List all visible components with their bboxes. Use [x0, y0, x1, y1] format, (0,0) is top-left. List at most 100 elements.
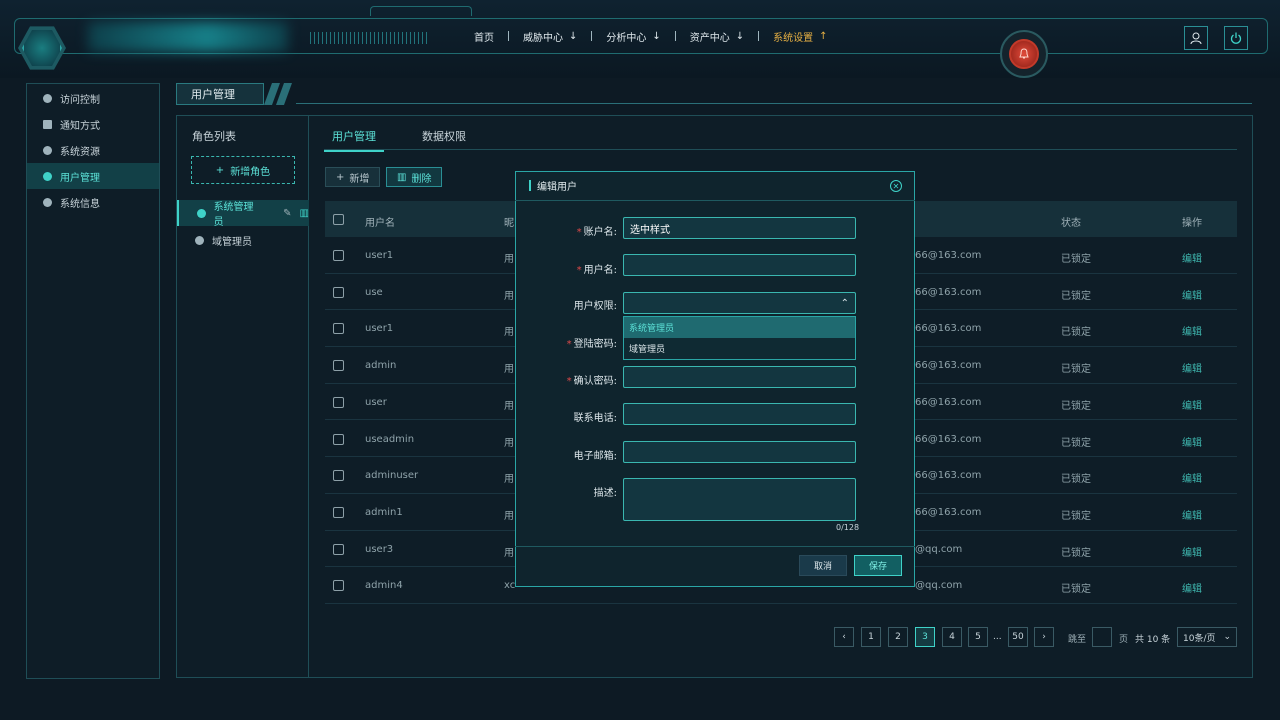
- nav-threat-center[interactable]: 威胁中心 ↓: [509, 29, 591, 44]
- sidebar-item-system-info[interactable]: 系统信息: [27, 189, 159, 215]
- row-checkbox[interactable]: [333, 396, 344, 408]
- edit-link[interactable]: 编辑: [1182, 360, 1202, 375]
- column-username: 用户名: [365, 218, 395, 229]
- user-icon: [1190, 32, 1202, 45]
- user-icon: [195, 235, 204, 245]
- save-button[interactable]: 保存: [854, 555, 902, 576]
- cell-email: 66@163.com: [915, 433, 982, 445]
- row-checkbox[interactable]: [333, 250, 344, 261]
- page-button[interactable]: 4: [942, 627, 962, 647]
- select-all-checkbox[interactable]: [333, 214, 344, 225]
- cell-status: 已锁定: [1061, 327, 1091, 339]
- page-size-select[interactable]: 10条/页 ⌄: [1177, 627, 1237, 647]
- label-description: 描述:: [593, 488, 617, 499]
- permission-dropdown: 系统管理员 域管理员: [623, 316, 856, 360]
- modal-footer-divider: [515, 546, 915, 547]
- waveform-decoration: [310, 32, 430, 44]
- edit-link[interactable]: 编辑: [1182, 544, 1202, 559]
- add-role-button[interactable]: + 新增角色: [191, 156, 295, 184]
- cell-username: admin4: [365, 580, 403, 592]
- cell-email: 66@163.com: [915, 250, 982, 261]
- edit-link[interactable]: 编辑: [1182, 470, 1202, 485]
- sidebar-item-system-resource[interactable]: 系统资源: [27, 137, 159, 163]
- edit-link[interactable]: 编辑: [1182, 580, 1202, 595]
- edit-icon[interactable]: ✎: [283, 208, 291, 219]
- page-button[interactable]: 2: [888, 627, 908, 647]
- phone-input[interactable]: [623, 403, 856, 425]
- cell-status: 已锁定: [1061, 474, 1091, 486]
- trash-icon[interactable]: ▥: [300, 208, 309, 219]
- next-page-button[interactable]: ›: [1034, 627, 1054, 647]
- cell-email: 66@163.com: [915, 470, 982, 482]
- cell-email: 66@163.com: [915, 506, 982, 518]
- alarm-bell-button[interactable]: [1009, 39, 1039, 69]
- jump-page-input[interactable]: [1092, 627, 1112, 647]
- row-checkbox[interactable]: [333, 543, 344, 555]
- power-button[interactable]: [1224, 26, 1248, 50]
- delete-button[interactable]: ▥ 删除: [386, 167, 443, 187]
- row-checkbox[interactable]: [333, 470, 344, 482]
- sidebar-item-notification[interactable]: 通知方式: [27, 111, 159, 137]
- cell-email: @qq.com: [915, 543, 963, 555]
- row-checkbox[interactable]: [333, 580, 344, 592]
- chevron-down-icon: ↓: [652, 30, 661, 42]
- label-password: * 登陆密码:: [566, 339, 617, 350]
- jump-label: 跳至: [1068, 635, 1087, 645]
- edit-link[interactable]: 编辑: [1182, 323, 1202, 338]
- dropdown-option[interactable]: 系统管理员: [624, 317, 855, 338]
- label-permission: 用户权限:: [573, 301, 617, 312]
- row-checkbox[interactable]: [333, 360, 344, 372]
- role-item-domain-admin[interactable]: 域管理员: [177, 227, 309, 253]
- page-button-current[interactable]: 3: [915, 627, 935, 647]
- row-checkbox[interactable]: [333, 323, 344, 335]
- row-checkbox[interactable]: [333, 433, 344, 445]
- edit-link[interactable]: 编辑: [1182, 397, 1202, 412]
- username-input[interactable]: [623, 254, 856, 276]
- user-profile-button[interactable]: [1184, 26, 1208, 50]
- role-item-system-admin[interactable]: 系统管理员 ✎ ▥: [177, 200, 309, 228]
- edit-link[interactable]: 编辑: [1182, 434, 1202, 449]
- sidebar-item-access-control[interactable]: 访问控制: [27, 85, 159, 111]
- cell-status: 已锁定: [1061, 584, 1091, 596]
- nav-system-settings[interactable]: 系统设置 ↑: [759, 29, 841, 44]
- close-icon[interactable]: ✕: [890, 180, 902, 192]
- cancel-button[interactable]: 取消: [799, 555, 847, 576]
- nav-asset-center[interactable]: 资产中心 ↓: [676, 29, 758, 44]
- confirm-password-input[interactable]: [623, 366, 856, 388]
- email-input[interactable]: [623, 441, 856, 463]
- edit-link[interactable]: 编辑: [1182, 250, 1202, 265]
- plus-icon: +: [336, 171, 345, 183]
- page-button[interactable]: 5: [968, 627, 988, 647]
- description-textarea[interactable]: [623, 478, 856, 521]
- nav-analysis-center[interactable]: 分析中心 ↓: [592, 29, 674, 44]
- page-divider: [296, 103, 1252, 104]
- page-button[interactable]: 50: [1008, 627, 1028, 647]
- prev-page-button[interactable]: ‹: [834, 627, 854, 647]
- cell-nickname: 用: [504, 290, 514, 302]
- add-button[interactable]: + 新增: [325, 167, 381, 187]
- chevron-down-icon: ↓: [735, 30, 745, 42]
- row-checkbox[interactable]: [333, 286, 344, 298]
- cell-status: 已锁定: [1061, 547, 1091, 559]
- main-nav: 首页 威胁中心 ↓ 分析中心 ↓ 资产中心 ↓ 系统设置 ↑: [460, 26, 842, 46]
- label-phone: 联系电话:: [573, 413, 617, 424]
- label-username: * 用户名:: [576, 265, 617, 276]
- nav-home[interactable]: 首页: [460, 29, 508, 44]
- dropdown-option[interactable]: 域管理员: [624, 338, 855, 359]
- sidebar: 访问控制 通知方式 系统资源 用户管理 系统信息: [26, 83, 160, 679]
- account-input[interactable]: 选中样式: [623, 217, 856, 239]
- label-account: * 账户名:: [576, 227, 617, 238]
- edit-link[interactable]: 编辑: [1182, 287, 1202, 302]
- cell-nickname: 用: [504, 364, 514, 376]
- cell-email: 66@163.com: [915, 396, 982, 408]
- cell-username: adminuser: [365, 470, 419, 482]
- modal-title: 编辑用户: [537, 182, 577, 193]
- page-button[interactable]: 1: [861, 627, 881, 647]
- sidebar-item-user-management[interactable]: 用户管理: [27, 163, 159, 189]
- row-checkbox[interactable]: [333, 506, 344, 518]
- permission-select[interactable]: ⌃: [623, 292, 856, 314]
- cell-nickname: xc: [504, 580, 516, 592]
- dashboard-icon: [43, 93, 52, 103]
- edit-link[interactable]: 编辑: [1182, 507, 1202, 522]
- power-icon: [1230, 32, 1242, 44]
